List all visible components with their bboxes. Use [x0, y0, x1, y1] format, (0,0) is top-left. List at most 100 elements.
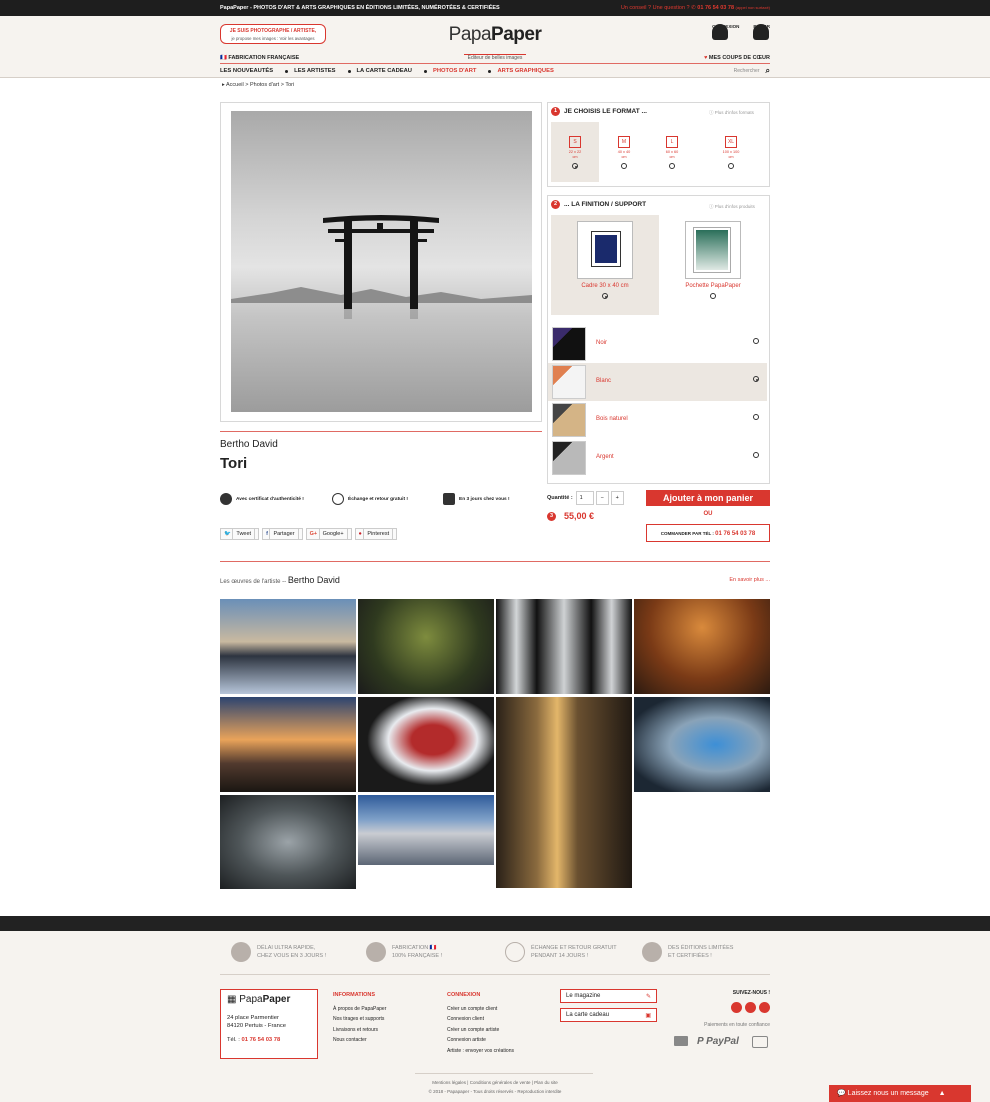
- top-tagline: PapaPaper - PHOTOS D'ART & ARTS GRAPHIQU…: [220, 5, 500, 11]
- feature-delivery: En 3 jours chez vous !: [443, 493, 510, 505]
- frame-argent[interactable]: Argent: [548, 439, 767, 477]
- fabrication-francaise: 🇫🇷 FABRICATION FRANÇAISE: [220, 55, 300, 61]
- umbrella-icon: [332, 493, 344, 505]
- umbrella-icon: [505, 942, 525, 962]
- frame-blanc-radio[interactable]: [753, 376, 759, 382]
- coups-de-coeur-link[interactable]: ♥ MES COUPS DE CŒUR: [704, 55, 770, 61]
- googleplus-button[interactable]: G+ Google+: [305, 528, 352, 540]
- top-contact[interactable]: Un conseil ? Une question ? ✆ 01 76 54 0…: [621, 5, 770, 11]
- en-savoir-plus-link[interactable]: En savoir plus ...: [729, 577, 770, 583]
- finish-pochette-radio[interactable]: [710, 293, 716, 299]
- nav-photos-art[interactable]: PHOTOS D'ART: [433, 68, 476, 74]
- frame-argent-radio[interactable]: [753, 452, 759, 458]
- frame-noir-radio[interactable]: [753, 338, 759, 344]
- or-label: OU: [703, 511, 713, 517]
- quantity-minus[interactable]: −: [595, 491, 609, 505]
- format-xl[interactable]: XL 100 x 100 cm: [707, 122, 755, 182]
- gallery-image[interactable]: [634, 599, 770, 694]
- artist-works-title: Les œuvres de l'artiste -- Bertho David: [220, 575, 340, 585]
- format-m[interactable]: M 40 x 40 cm: [600, 122, 648, 182]
- gallery-image[interactable]: [496, 599, 632, 694]
- chat-icon: 💬: [837, 1090, 846, 1097]
- format-l[interactable]: L 60 x 60 cm: [648, 122, 696, 182]
- connexion-button[interactable]: CONNEXION: [712, 24, 739, 40]
- footer-link[interactable]: Connexion client: [447, 1014, 514, 1025]
- delivery-icon: [231, 942, 251, 962]
- top-bar: PapaPaper - PHOTOS D'ART & ARTS GRAPHIQU…: [0, 0, 990, 16]
- share-buttons: 🐦 Tweet f Partager G+ Google+ ● Pinteres…: [220, 528, 398, 540]
- finish-info-link[interactable]: ⓘ Plus d'infos produits: [709, 204, 755, 210]
- cadre-thumbnail: [577, 221, 633, 279]
- facebook-icon[interactable]: [731, 1002, 742, 1013]
- facebook-share-button[interactable]: f Partager: [262, 528, 303, 540]
- gallery-image[interactable]: [496, 697, 632, 888]
- frame-noir[interactable]: Noir: [548, 325, 767, 363]
- panier-button[interactable]: PANIER: [753, 24, 770, 40]
- gallery-image[interactable]: [358, 697, 494, 792]
- format-l-radio[interactable]: [669, 163, 675, 169]
- footer-phone[interactable]: Tél. : 01 76 54 03 78: [227, 1036, 311, 1044]
- payment-label: Paiements en toute confiance: [704, 1022, 770, 1028]
- footer-link[interactable]: Nous contacter: [333, 1035, 386, 1046]
- format-m-radio[interactable]: [621, 163, 627, 169]
- frame-bois[interactable]: Bois naturel: [548, 401, 767, 439]
- card-icon: [674, 1036, 688, 1046]
- add-to-cart-button[interactable]: Ajouter à mon panier: [646, 490, 770, 506]
- frame-blanc[interactable]: Blanc: [548, 363, 767, 401]
- gallery-image[interactable]: [220, 599, 356, 694]
- footer-link[interactable]: Nos tirages et supports: [333, 1014, 386, 1025]
- product-artist[interactable]: Bertho David: [220, 439, 278, 450]
- magazine-link[interactable]: Le magazine ✎: [560, 989, 657, 1003]
- tweet-button[interactable]: 🐦 Tweet: [220, 528, 260, 540]
- footer-link[interactable]: Artiste : envoyer vos créations: [447, 1046, 514, 1057]
- pinterest-icon[interactable]: [759, 1002, 770, 1013]
- format-s[interactable]: S 22 x 22 cm: [551, 122, 599, 182]
- product-photo[interactable]: [231, 111, 532, 412]
- certificate-icon: [642, 942, 662, 962]
- reassurance-fabrication: FABRICATION 🇫🇷 100% FRANÇAISE !: [366, 942, 442, 962]
- price: 3 55,00 €: [547, 511, 594, 521]
- gallery-image[interactable]: [358, 599, 494, 694]
- gallery-image[interactable]: [358, 795, 494, 865]
- photographer-button[interactable]: JE SUIS PHOTOGRAPHE / ARTISTE, je propose…: [220, 24, 326, 44]
- finish-cadre-radio[interactable]: [602, 293, 608, 299]
- instagram-icon[interactable]: [745, 1002, 756, 1013]
- footer-link[interactable]: Livraisons et retours: [333, 1025, 386, 1036]
- quantity-input[interactable]: 1: [575, 491, 594, 505]
- gallery-image[interactable]: [220, 795, 356, 889]
- format-xl-radio[interactable]: [728, 163, 734, 169]
- footer-informations: INFORMATIONS À propos de PapaPaper Nos t…: [333, 990, 386, 1046]
- footer-link[interactable]: Créer un compte artiste: [447, 1025, 514, 1036]
- pinterest-button[interactable]: ● Pinterest: [354, 528, 398, 540]
- nav-carte-cadeau[interactable]: LA CARTE CADEAU: [357, 68, 413, 74]
- site-logo[interactable]: PapaPaper Éditeur de belles images: [445, 24, 545, 64]
- reassurance-echange: ÉCHANGE ET RETOUR GRATUIT PENDANT 14 JOUR…: [505, 942, 617, 962]
- search-icon[interactable]: ⌕: [766, 66, 770, 76]
- gallery-image[interactable]: [220, 697, 356, 792]
- footer-link[interactable]: À propos de PapaPaper: [333, 1004, 386, 1015]
- reassurance-editions: DES ÉDITIONS LIMITÉES ET CERTIFIÉES !: [642, 942, 733, 962]
- nav-arts-graphiques[interactable]: ARTS GRAPHIQUES: [497, 68, 553, 74]
- finish-pochette[interactable]: Pochette PapaPaper: [659, 215, 767, 315]
- footer-link[interactable]: Connexion artiste: [447, 1035, 514, 1046]
- gallery-image[interactable]: [634, 697, 770, 792]
- frame-bois-radio[interactable]: [753, 414, 759, 420]
- phone-order-button[interactable]: COMMANDER PAR TÉL : 01 76 54 03 78: [646, 524, 770, 542]
- rooster-icon: [366, 942, 386, 962]
- search-input[interactable]: Rechercher: [734, 68, 760, 74]
- format-info-link[interactable]: ⓘ Plus d'infos formats: [709, 110, 754, 116]
- chat-button[interactable]: 💬 Laissez nous un message ▲: [829, 1085, 971, 1102]
- quantity-plus[interactable]: +: [610, 491, 624, 505]
- breadcrumb[interactable]: ▸ Accueil > Photos d'art > Tori: [222, 82, 294, 88]
- delivery-icon: [443, 493, 455, 505]
- nav-nouveautes[interactable]: LES NOUVEAUTÉS: [220, 68, 273, 74]
- step1-title: 1 JE CHOISIS LE FORMAT ...: [551, 107, 647, 116]
- gift-card-link[interactable]: La carte cadeau ▣: [560, 1008, 657, 1022]
- finish-cadre[interactable]: Cadre 30 x 40 cm: [551, 215, 659, 315]
- format-s-radio[interactable]: [572, 163, 578, 169]
- nav-artistes[interactable]: LES ARTISTES: [294, 68, 335, 74]
- footer-link[interactable]: Créer un compte client: [447, 1004, 514, 1015]
- footer-logo[interactable]: ▦ PapaPaper: [227, 995, 311, 1005]
- certificate-icon: [220, 493, 232, 505]
- cart-icon: [753, 24, 770, 40]
